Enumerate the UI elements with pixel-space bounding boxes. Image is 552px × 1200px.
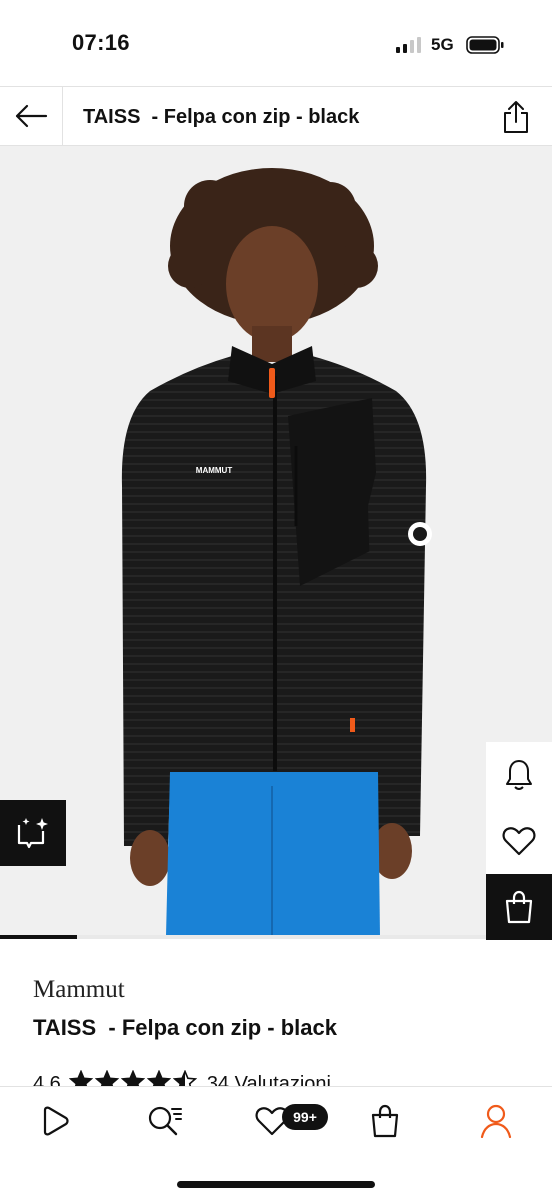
nav-bag[interactable] bbox=[357, 1101, 413, 1141]
bell-icon bbox=[506, 760, 532, 790]
product-photo: MAMMUT bbox=[121, 168, 432, 936]
nav-home[interactable] bbox=[27, 1101, 83, 1141]
home-indicator[interactable] bbox=[177, 1181, 375, 1188]
arrow-left-icon bbox=[15, 104, 48, 128]
notify-button[interactable] bbox=[486, 742, 552, 808]
wishlist-button[interactable] bbox=[486, 808, 552, 874]
add-to-bag-button[interactable] bbox=[486, 874, 552, 940]
account-icon bbox=[480, 1104, 512, 1138]
share-button[interactable] bbox=[494, 95, 538, 139]
play-icon bbox=[43, 1106, 69, 1136]
top-header: TAISS - Felpa con zip - black bbox=[0, 86, 552, 146]
status-time: 07:16 bbox=[72, 30, 130, 55]
shopping-bag-icon bbox=[505, 890, 533, 924]
image-progress-fill bbox=[0, 935, 78, 939]
share-icon bbox=[504, 101, 528, 133]
network-label: 5G bbox=[431, 35, 454, 54]
similar-items-button[interactable] bbox=[0, 800, 66, 866]
action-rail bbox=[486, 742, 552, 940]
jacket-brand-print: MAMMUT bbox=[196, 466, 233, 475]
battery-icon bbox=[466, 36, 504, 54]
bag-icon bbox=[371, 1104, 399, 1138]
page-title: TAISS - Felpa con zip - black bbox=[83, 106, 360, 128]
nav-account[interactable] bbox=[468, 1101, 524, 1141]
signal-icon bbox=[396, 37, 421, 53]
back-button[interactable] bbox=[0, 87, 63, 145]
product-image[interactable]: MAMMUT bbox=[0, 146, 552, 936]
wishlist-count-badge: 99+ bbox=[282, 1104, 328, 1130]
similar-items-icon bbox=[17, 818, 48, 849]
search-list-icon bbox=[148, 1106, 182, 1136]
heart-icon bbox=[502, 827, 536, 856]
product-brand[interactable]: Mammut bbox=[33, 976, 125, 1004]
image-progress-bar bbox=[0, 935, 552, 939]
product-name: TAISS - Felpa con zip - black bbox=[33, 1015, 337, 1040]
nav-search[interactable] bbox=[137, 1101, 193, 1141]
